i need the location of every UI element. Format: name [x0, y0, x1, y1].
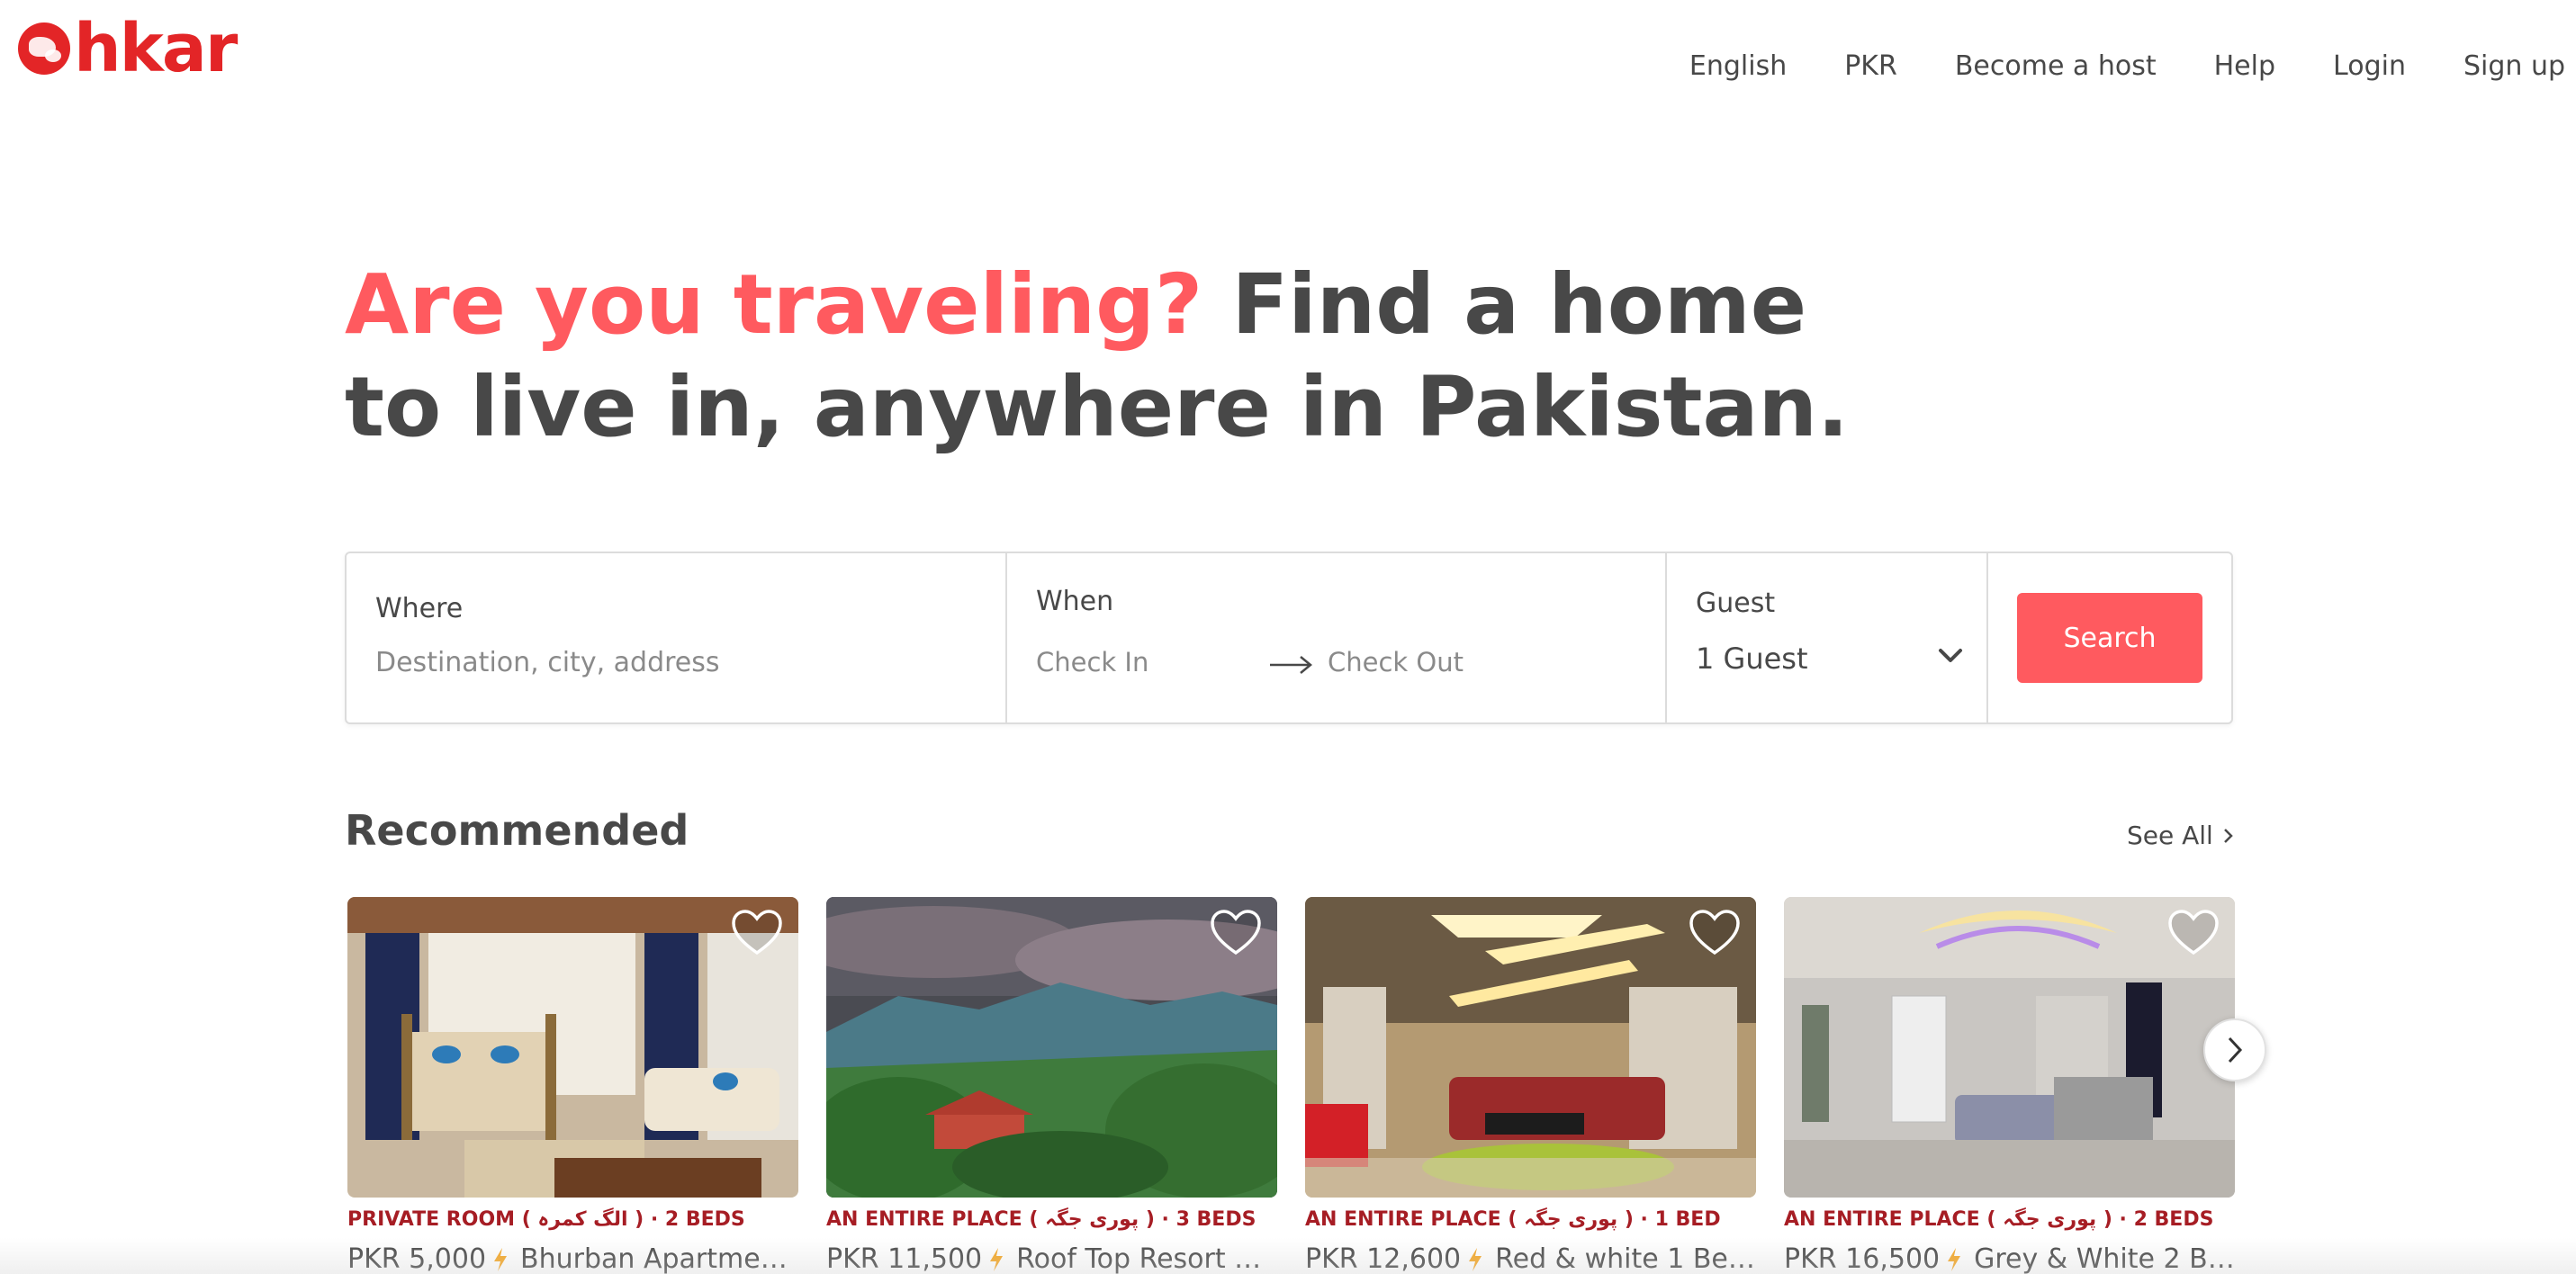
listing-info: PKR 11,500 Roof Top Resort Murree [826, 1243, 1277, 1274]
listing-card[interactable]: AN ENTIRE PLACE ( پوری جگہ ) · 1 BED PKR… [1305, 897, 1756, 1274]
recommended-title: Recommended [345, 806, 689, 855]
guest-label: Guest [1696, 588, 1776, 619]
globe-logo-icon [18, 22, 70, 75]
guest-select[interactable]: 1 Guest [1696, 641, 1808, 676]
listing-info: PKR 5,000 Bhurban Apartment in Murree [347, 1243, 798, 1274]
search-button-section: Search [1988, 553, 2231, 722]
recommended-carousel: PRIVATE ROOM ( الگ کمرہ ) · 2 BEDS PKR 5… [347, 897, 2235, 1274]
listing-card[interactable]: AN ENTIRE PLACE ( پوری جگہ ) · 2 BEDS PK… [1784, 897, 2235, 1274]
chevron-down-icon[interactable] [1938, 647, 1963, 665]
listing-image[interactable] [1305, 897, 1756, 1198]
listing-image[interactable] [826, 897, 1277, 1198]
listing-price: PKR 11,500 [826, 1243, 983, 1274]
see-all-label: See All [2127, 821, 2213, 850]
top-nav: English PKR Become a host Help Login Sig… [1632, 50, 2565, 82]
bolt-icon [990, 1247, 1004, 1271]
nav-login[interactable]: Login [2333, 50, 2406, 82]
hero-headline: Are you traveling? Find a home to live i… [345, 254, 1875, 459]
heart-icon[interactable] [730, 908, 784, 958]
when-section: When Check In Check Out [1007, 553, 1667, 722]
chevron-right-icon [2223, 828, 2233, 843]
nav-signup[interactable]: Sign up [2463, 50, 2565, 82]
arrow-right-icon [1270, 656, 1312, 674]
heart-icon[interactable] [1209, 908, 1263, 958]
listing-card[interactable]: PRIVATE ROOM ( الگ کمرہ ) · 2 BEDS PKR 5… [347, 897, 798, 1274]
where-input[interactable] [375, 647, 969, 678]
nav-language[interactable]: English [1689, 50, 1787, 82]
nav-help[interactable]: Help [2214, 50, 2275, 82]
bolt-icon [1948, 1247, 1961, 1271]
check-out-field[interactable]: Check Out [1328, 647, 1464, 677]
nav-become-host[interactable]: Become a host [1955, 50, 2157, 82]
chevron-right-icon [2228, 1036, 2243, 1063]
heart-icon[interactable] [2166, 908, 2220, 958]
check-in-field[interactable]: Check In [1036, 647, 1148, 677]
listing-info: PKR 16,500 Grey & White 2 Bedroom Apartm… [1784, 1243, 2235, 1274]
hero-accent: Are you traveling? [345, 256, 1203, 353]
listing-image[interactable] [347, 897, 798, 1198]
bolt-icon [1469, 1247, 1482, 1271]
where-label: Where [375, 593, 464, 624]
listing-type: AN ENTIRE PLACE ( پوری جگہ ) · 2 BEDS [1784, 1208, 2214, 1231]
logo[interactable]: hkar [18, 10, 238, 87]
listing-price: PKR 5,000 [347, 1243, 487, 1274]
listing-name[interactable]: Red & white 1 Bedroom Apartment [1495, 1243, 1756, 1274]
listing-name[interactable]: Roof Top Resort Murree [1016, 1243, 1277, 1274]
listing-type: AN ENTIRE PLACE ( پوری جگہ ) · 3 BEDS [826, 1208, 1256, 1231]
listing-type: AN ENTIRE PLACE ( پوری جگہ ) · 1 BED [1305, 1208, 1721, 1231]
when-label: When [1036, 586, 1114, 617]
see-all-link[interactable]: See All [2127, 821, 2233, 850]
listing-card[interactable]: AN ENTIRE PLACE ( پوری جگہ ) · 3 BEDS PK… [826, 897, 1277, 1274]
listing-price: PKR 12,600 [1305, 1243, 1462, 1274]
search-button[interactable]: Search [2017, 593, 2202, 683]
nav-currency[interactable]: PKR [1844, 50, 1897, 82]
heart-icon[interactable] [1688, 908, 1742, 958]
listing-image[interactable] [1784, 897, 2235, 1198]
listing-price: PKR 16,500 [1784, 1243, 1941, 1274]
listing-name[interactable]: Grey & White 2 Bedroom Apartment [1974, 1243, 2235, 1274]
listing-name[interactable]: Bhurban Apartment in Murree [520, 1243, 798, 1274]
listing-type: PRIVATE ROOM ( الگ کمرہ ) · 2 BEDS [347, 1208, 745, 1231]
logo-wordmark: hkar [74, 10, 238, 87]
carousel-next-button[interactable] [2203, 1018, 2266, 1081]
listing-info: PKR 12,600 Red & white 1 Bedroom Apartme… [1305, 1243, 1756, 1274]
bolt-icon [494, 1247, 508, 1271]
guest-section[interactable]: Guest 1 Guest [1667, 553, 1988, 722]
search-bar: Where When Check In Check Out Guest 1 Gu… [345, 552, 2233, 724]
where-section: Where [347, 553, 1007, 722]
